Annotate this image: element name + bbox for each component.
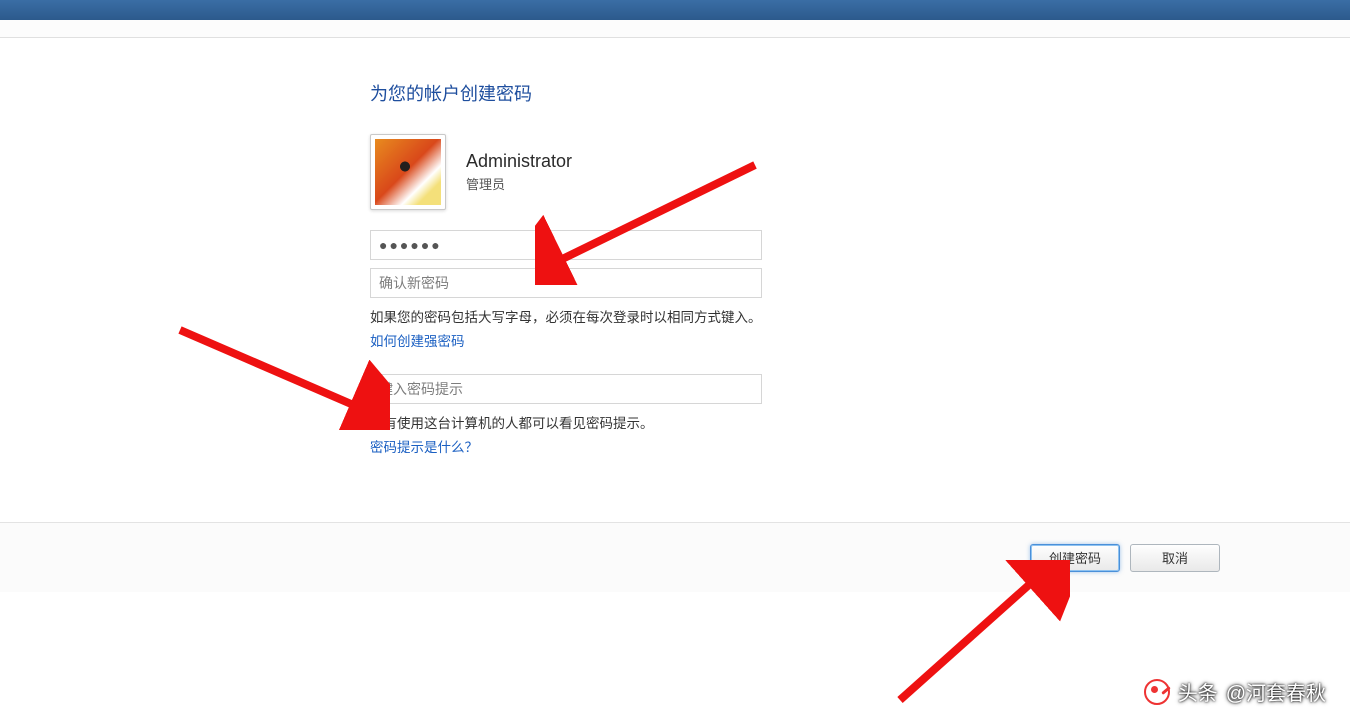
window-titlebar [0, 0, 1350, 20]
new-password-input[interactable]: ●●●●●● [370, 230, 762, 260]
content-area: 为您的帐户创建密码 Administrator 管理员 ●●●●●● 确认新密码… [0, 50, 1350, 520]
hint-visibility-text: 所有使用这台计算机的人都可以看见密码提示。 [370, 412, 1350, 432]
page-title: 为您的帐户创建密码 [370, 80, 1350, 106]
watermark-text: @河套春秋 [1226, 677, 1326, 706]
password-hint-input[interactable]: 键入密码提示 [370, 374, 762, 404]
user-name-label: Administrator [466, 151, 572, 172]
top-separator [0, 20, 1350, 38]
caps-warning-text: 如果您的密码包括大写字母，必须在每次登录时以相同方式键入。 [370, 306, 1350, 326]
cancel-button[interactable]: 取消 [1130, 544, 1220, 572]
watermark-logo-icon [1144, 679, 1170, 705]
watermark-prefix: 头条 [1178, 677, 1218, 706]
user-block: Administrator 管理员 [370, 134, 1350, 210]
button-bar: 创建密码 取消 [0, 522, 1350, 592]
user-role-label: 管理员 [466, 174, 572, 193]
what-is-hint-link[interactable]: 密码提示是什么？ [370, 436, 1350, 456]
user-meta: Administrator 管理员 [466, 151, 572, 193]
confirm-password-input[interactable]: 确认新密码 [370, 268, 762, 298]
watermark: 头条 @河套春秋 [1144, 677, 1326, 706]
create-password-button[interactable]: 创建密码 [1030, 544, 1120, 572]
strong-password-link[interactable]: 如何创建强密码 [370, 330, 1350, 350]
user-avatar-frame [370, 134, 446, 210]
user-avatar-icon [375, 139, 441, 205]
